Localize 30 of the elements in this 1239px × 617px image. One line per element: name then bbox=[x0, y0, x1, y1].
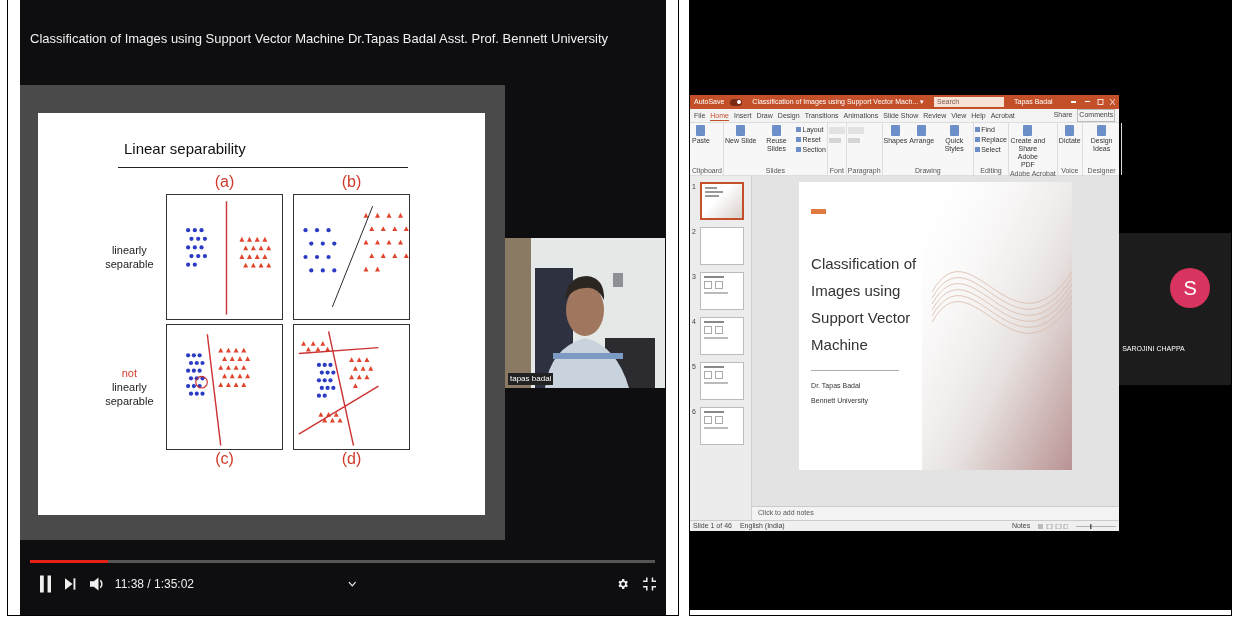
row-label: linearly bbox=[111, 380, 147, 394]
panel-label: (c) bbox=[214, 450, 235, 468]
panel-label: (b) bbox=[340, 172, 363, 192]
chevron-down-icon[interactable] bbox=[348, 581, 357, 587]
slide-thumbnail[interactable] bbox=[700, 407, 744, 445]
panel-label: (a) bbox=[213, 172, 236, 192]
slide-thumbnail[interactable] bbox=[700, 272, 744, 310]
row-label: separable bbox=[105, 394, 154, 408]
slide-heading: Linear separability bbox=[124, 140, 246, 157]
zoom-slider-icon[interactable] bbox=[1076, 523, 1117, 529]
row-label: separable bbox=[105, 257, 154, 271]
slide-title: Classification of Images using Support Vector Machine bbox=[811, 254, 918, 355]
slide-thumbnail[interactable] bbox=[700, 227, 744, 265]
accent-bar bbox=[811, 209, 827, 214]
panel-label: (d) bbox=[340, 450, 363, 468]
next-icon[interactable] bbox=[65, 578, 76, 590]
window-controls-icon[interactable] bbox=[1071, 99, 1116, 105]
slide-thumbnail[interactable] bbox=[700, 182, 744, 220]
time-display: 11:38 / 1:35:02 bbox=[114, 576, 195, 593]
volume-icon[interactable] bbox=[89, 576, 105, 592]
avatar: S bbox=[1170, 268, 1211, 308]
slide-thumbnail[interactable] bbox=[700, 362, 744, 400]
autosave-toggle[interactable] bbox=[730, 98, 743, 106]
pause-icon[interactable] bbox=[40, 575, 52, 593]
video-title: Classification of Images using Support Vector Machine Dr.Tapas Badal Asst. Prof. Bennett University bbox=[30, 31, 609, 46]
row-label: linearly bbox=[111, 243, 147, 257]
handwritten-note: not bbox=[121, 366, 137, 380]
settings-icon[interactable] bbox=[615, 577, 629, 591]
slide-thumbnail[interactable] bbox=[700, 317, 744, 355]
exit-fullscreen-icon[interactable] bbox=[642, 577, 656, 591]
